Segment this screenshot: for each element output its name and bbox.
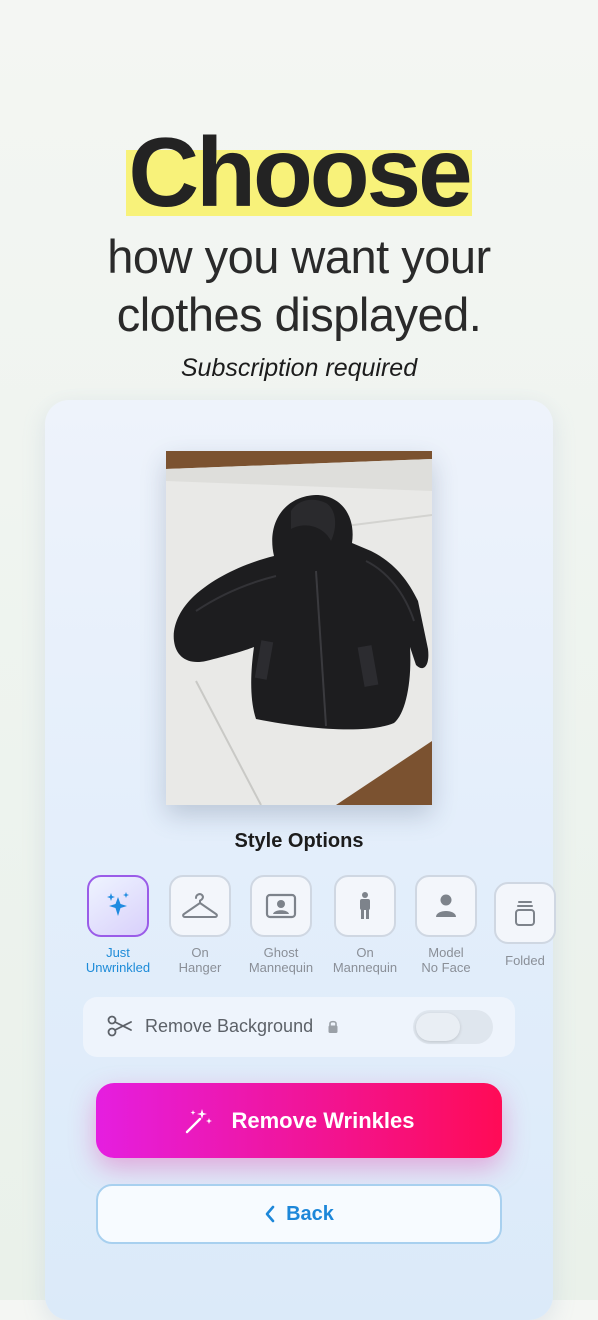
subheadline-line-1: how you want your <box>107 230 491 283</box>
toggle-knob <box>416 1013 460 1041</box>
sparkles-icon <box>107 892 129 916</box>
remove-wrinkles-button[interactable]: Remove Wrinkles <box>96 1083 502 1158</box>
folded-stack-icon <box>515 901 535 926</box>
person-icon <box>436 894 456 917</box>
style-option-ghost-mannequin[interactable]: Ghost Mannequin <box>241 875 321 975</box>
lock-icon <box>328 1020 338 1033</box>
style-options-title: Style Options <box>234 830 364 852</box>
garment-photo <box>166 451 432 805</box>
remove-background-toggle[interactable] <box>413 1010 493 1044</box>
headline: Choose <box>126 117 473 227</box>
hanger-icon <box>182 893 218 918</box>
remove-background-row: Remove Background <box>83 997 515 1057</box>
mannequin-icon <box>360 892 370 919</box>
scissors-icon <box>107 1015 132 1037</box>
subscription-note: Subscription required <box>180 354 418 382</box>
back-label: Back <box>286 1202 334 1225</box>
chevron-left-icon <box>265 1205 275 1223</box>
portrait-frame-icon <box>265 893 297 919</box>
remove-background-label: Remove Background <box>145 1016 314 1036</box>
style-option-on-hanger[interactable]: On Hanger <box>160 875 240 975</box>
hero-section: Choose how you want your clothes display… <box>0 0 598 400</box>
style-option-model-no-face[interactable]: Model No Face <box>406 875 486 975</box>
subheadline-line-2: clothes displayed. <box>116 288 482 341</box>
remove-wrinkles-label: Remove Wrinkles <box>231 1107 415 1133</box>
style-option-folded[interactable]: Folded <box>485 882 565 968</box>
magic-wand-icon <box>186 1108 213 1133</box>
style-option-just-unwrinkled[interactable]: Just Unwrinkled <box>78 875 158 975</box>
style-option-on-mannequin[interactable]: On Mannequin <box>325 875 405 975</box>
back-button[interactable]: Back <box>96 1184 502 1244</box>
